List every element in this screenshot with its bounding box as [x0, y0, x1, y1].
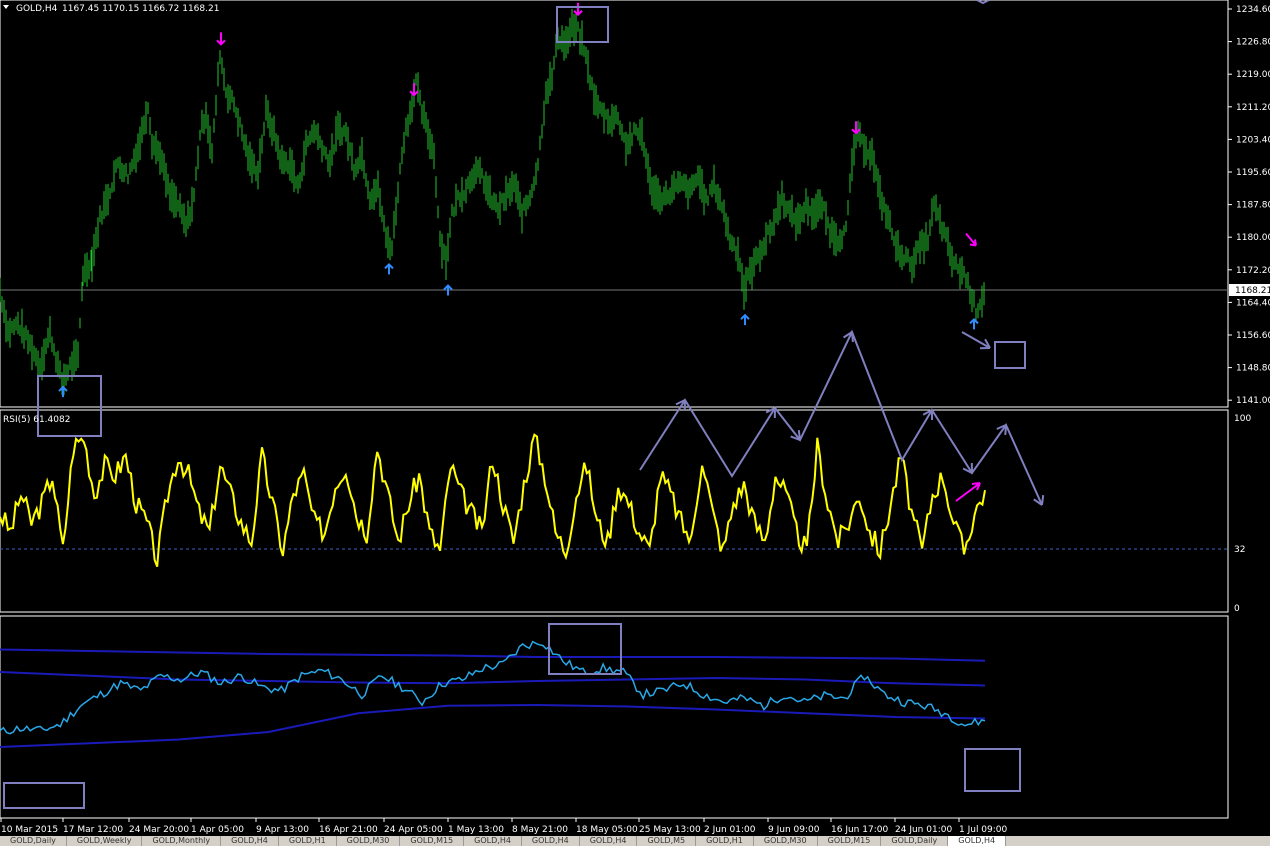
symbol-tab[interactable]: GOLD,H4 — [221, 836, 279, 846]
price-tick-label: 1172.20 — [1236, 266, 1270, 276]
price-tick-label: 1234.60 — [1236, 5, 1270, 15]
symbol-tab[interactable]: GOLD,M15 — [400, 836, 465, 846]
time-tick-label: 16 Apr 21:00 — [319, 825, 378, 835]
symbol-tab[interactable]: GOLD,Daily — [881, 836, 949, 846]
rsi-tick-label: 32 — [1234, 545, 1245, 555]
symbol-tab[interactable]: GOLD,H4 — [948, 836, 1007, 846]
time-tick-label: 1 May 13:00 — [448, 825, 504, 835]
ohlc-label: 1167.45 1170.15 1166.72 1168.21 — [62, 4, 219, 14]
time-tick-label: 2 Jun 01:00 — [704, 825, 756, 835]
price-tick-label: 1211.20 — [1236, 103, 1270, 113]
trading-chart[interactable]: 1234.60 1226.80 1219.00 1211.20 1203.40 1195.… — [0, 0, 1270, 846]
time-tick-label: 24 Jun 01:00 — [895, 825, 952, 835]
time-tick-label: 24 Mar 20:00 — [129, 825, 189, 835]
rsi-pane[interactable] — [0, 409, 1229, 613]
symbol-tab[interactable]: GOLD,H1 — [279, 836, 337, 846]
price-tick-label: 1148.80 — [1236, 364, 1270, 374]
time-tick-label: 9 Apr 13:00 — [256, 825, 309, 835]
symbol-tab[interactable]: GOLD,Weekly — [67, 836, 143, 846]
price-tick-label: 1226.80 — [1236, 38, 1270, 48]
price-tick-label: 1203.40 — [1236, 135, 1270, 145]
current-price-label: 1168.21 — [1235, 286, 1270, 296]
time-tick-label: 25 May 13:00 — [639, 825, 701, 835]
symbol-tab[interactable]: GOLD,H4 — [464, 836, 522, 846]
price-tick-label: 1180.00 — [1236, 233, 1270, 243]
time-tick-label: 10 Mar 2015 — [1, 825, 58, 835]
time-tick-label: 9 Jun 09:00 — [768, 825, 820, 835]
time-tick-label: 24 Apr 05:00 — [384, 825, 443, 835]
price-tick-label: 1141.00 — [1236, 396, 1270, 406]
time-tick-label: 8 May 21:00 — [512, 825, 568, 835]
time-tick-label: 18 May 05:00 — [576, 825, 638, 835]
symbol-label: GOLD,H4 — [16, 4, 58, 14]
symbol-tab[interactable]: GOLD,Monthly — [142, 836, 222, 846]
time-tick-label: 16 Jun 17:00 — [831, 825, 888, 835]
symbol-tab-bar: GOLD,Daily GOLD,Weekly GOLD,Monthly GOLD,H4… — [0, 836, 1270, 846]
time-tick-label: 1 Jul 09:00 — [959, 825, 1008, 835]
rsi-tick-label: 100 — [1234, 414, 1251, 424]
price-tick-label: 1164.40 — [1236, 298, 1270, 308]
time-tick-label: 1 Apr 05:00 — [191, 825, 244, 835]
symbol-tab[interactable]: GOLD,H1 — [696, 836, 754, 846]
symbol-tab[interactable]: GOLD,M15 — [818, 836, 882, 846]
symbol-tab[interactable]: GOLD,H4 — [522, 836, 580, 846]
symbol-tab[interactable]: GOLD,H4 — [580, 836, 638, 846]
rsi-label: RSI(5) 61.4082 — [3, 415, 70, 425]
price-tick-label: 1156.60 — [1236, 331, 1270, 341]
price-tick-label: 1219.00 — [1236, 70, 1270, 80]
oscillator-pane[interactable] — [0, 615, 1229, 819]
symbol-tab[interactable]: GOLD,M30 — [337, 836, 401, 846]
symbol-tab[interactable]: GOLD,M30 — [754, 836, 818, 846]
time-tick-label: 17 Mar 12:00 — [63, 825, 123, 835]
price-tick-label: 1195.60 — [1236, 168, 1270, 178]
symbol-tab[interactable]: GOLD,M5 — [637, 836, 697, 846]
rsi-tick-label: 0 — [1234, 604, 1240, 614]
symbol-tab[interactable]: GOLD,Daily — [0, 836, 67, 846]
price-tick-label: 1187.80 — [1236, 201, 1270, 211]
